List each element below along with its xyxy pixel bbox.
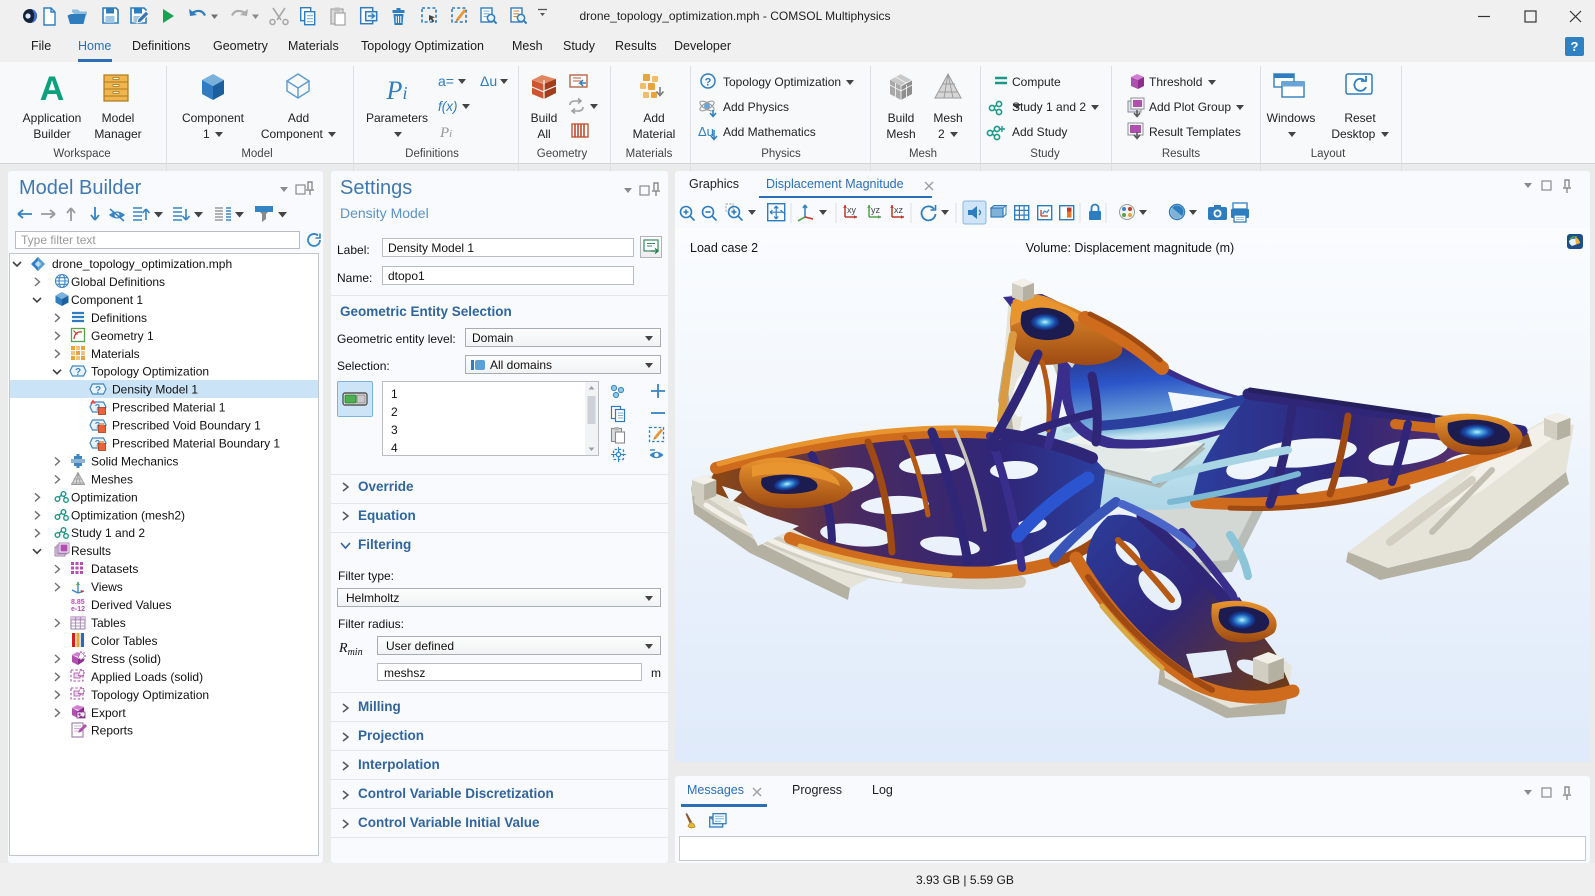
svg-text:Geometry 1: Geometry 1 (91, 329, 154, 343)
svg-text:xy: xy (847, 205, 857, 215)
svg-text:Derived Values: Derived Values (91, 598, 171, 612)
svg-text:a=: a= (438, 73, 454, 89)
svg-text:Global Definitions: Global Definitions (71, 275, 165, 289)
svg-text:xz: xz (894, 205, 904, 215)
svg-text:A: A (40, 70, 65, 108)
svg-text:Prescribed Material 1: Prescribed Material 1 (112, 401, 226, 415)
svg-text:Density Model 1: Density Model 1 (112, 383, 198, 397)
svg-text:drone_topology_optimization.mp: drone_topology_optimization.mph (52, 257, 232, 271)
svg-text:Pi: Pi (439, 125, 452, 141)
svg-text:Tables: Tables (91, 616, 126, 630)
svg-text:Component 1: Component 1 (71, 293, 143, 307)
svg-text:Optimization (mesh2): Optimization (mesh2) (71, 508, 185, 522)
svg-text:8.85: 8.85 (71, 599, 85, 606)
svg-text:?: ? (75, 367, 81, 378)
svg-text:e-12: e-12 (71, 606, 85, 613)
svg-text:Meshes: Meshes (91, 472, 133, 486)
svg-text:Color Tables: Color Tables (91, 634, 157, 648)
svg-text:yz: yz (871, 205, 881, 215)
svg-text:Prescribed Void Boundary 1: Prescribed Void Boundary 1 (112, 419, 261, 433)
svg-text:Materials: Materials (91, 347, 140, 361)
svg-text:Views: Views (91, 580, 123, 594)
svg-text:Definitions: Definitions (91, 311, 147, 325)
svg-text:Topology Optimization: Topology Optimization (91, 365, 209, 379)
svg-text:Topology Optimization: Topology Optimization (91, 688, 209, 702)
svg-text:Reports: Reports (91, 724, 133, 738)
svg-text:Export: Export (91, 706, 126, 720)
svg-text:Solid Mechanics: Solid Mechanics (91, 454, 178, 468)
svg-text:Pi: Pi (386, 76, 408, 105)
svg-text:Δu: Δu (480, 73, 497, 89)
svg-text:?: ? (95, 385, 101, 396)
svg-text:Prescribed Material Boundary 1: Prescribed Material Boundary 1 (112, 437, 280, 451)
svg-text:Study 1 and 2: Study 1 and 2 (71, 526, 145, 540)
svg-text:Type filter text: Type filter text (21, 233, 96, 247)
svg-text:Stress (solid): Stress (solid) (91, 652, 161, 666)
svg-text:Results: Results (71, 544, 111, 558)
svg-text:Optimization: Optimization (71, 490, 138, 504)
svg-text:?: ? (705, 77, 712, 89)
svg-text:Applied Loads (solid): Applied Loads (solid) (91, 670, 203, 684)
svg-text:Datasets: Datasets (91, 562, 138, 576)
svg-text:f(x): f(x) (438, 99, 458, 114)
